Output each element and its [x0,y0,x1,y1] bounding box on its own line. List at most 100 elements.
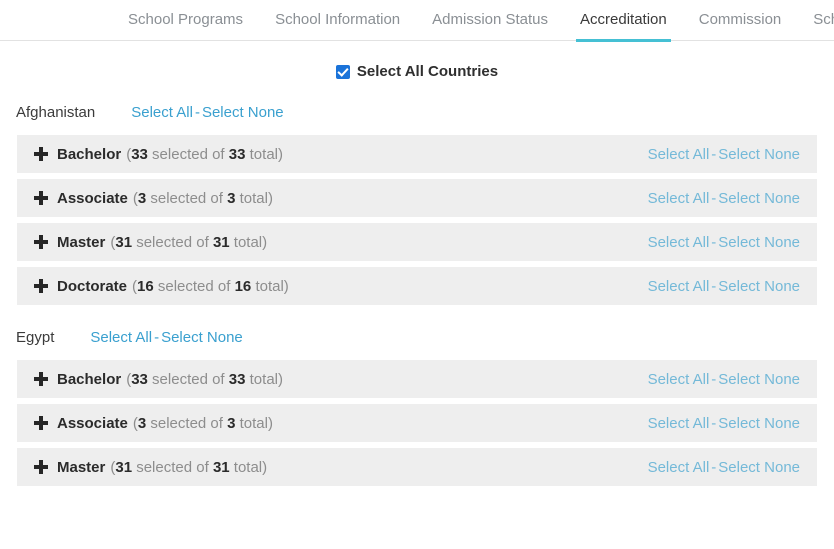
count-selected-of-text: selected of [147,145,229,163]
program-row[interactable]: Bachelor (33 selected of 33 total) Select … [17,360,817,398]
tab-school-information[interactable]: School Information [259,0,416,41]
country-name: Afghanistan [16,104,96,121]
tab-accreditation[interactable]: Accreditation [564,0,683,42]
country-select-all-link[interactable]: Select All [131,104,193,121]
expand-plus-icon[interactable] [34,147,48,161]
program-select-all-link[interactable]: Select All [648,190,710,207]
tab-school-programs[interactable]: School Programs [112,0,259,41]
select-all-countries-control[interactable]: Select All Countries [0,63,834,80]
program-select-none-link[interactable]: Select None [718,371,800,388]
program-count: (33 selected of 33 total) [126,146,283,163]
country-select-all-link[interactable]: Select All [90,329,152,346]
program-count: (16 selected of 16 total) [132,278,289,295]
count-total-text: total) [235,414,273,432]
expand-plus-icon[interactable] [34,416,48,430]
program-row-left: Master (31 selected of 31 total) [34,459,267,476]
country-header: Egypt Select All - Select None [16,329,834,346]
expand-plus-icon[interactable] [34,460,48,474]
count-selected-of-text: selected of [146,189,228,207]
link-separator: - [711,189,717,207]
program-select-links: Select All - Select None [648,371,800,388]
link-separator: - [711,414,717,432]
count-selected: 33 [131,370,148,388]
program-select-none-link[interactable]: Select None [718,146,800,163]
program-select-none-link[interactable]: Select None [718,190,800,207]
program-name: Master [57,233,106,251]
link-separator: - [711,370,717,388]
count-selected: 16 [137,277,154,295]
count-selected: 3 [137,414,147,432]
tab-commission[interactable]: Commission [683,0,798,41]
program-row[interactable]: Associate (3 selected of 3 total) Select A… [17,179,817,217]
program-select-all-link[interactable]: Select All [648,415,710,432]
country-select-none-link[interactable]: Select None [161,329,243,346]
program-count: (33 selected of 33 total) [126,371,283,388]
count-total: 16 [234,277,252,295]
count-total: 31 [212,458,230,476]
program-select-links: Select All - Select None [648,146,800,163]
program-count: (3 selected of 3 total) [133,190,273,207]
program-select-all-link[interactable]: Select All [648,459,710,476]
country-header: Afghanistan Select All - Select None [16,104,834,121]
program-select-none-link[interactable]: Select None [718,415,800,432]
program-count: (31 selected of 31 total) [110,459,267,476]
program-count: (3 selected of 3 total) [133,415,273,432]
program-row-left: Bachelor (33 selected of 33 total) [34,146,283,163]
program-rows: Bachelor (33 selected of 33 total) Select … [0,135,834,305]
count-selected-of-text: selected of [147,370,229,388]
program-select-none-link[interactable]: Select None [718,234,800,251]
program-select-none-link[interactable]: Select None [718,278,800,295]
program-row-left: Associate (3 selected of 3 total) [34,415,273,432]
count-total-text: total) [245,145,283,163]
expand-plus-icon[interactable] [34,235,48,249]
count-selected-of-text: selected of [146,414,228,432]
link-separator: - [194,104,200,121]
countries-list: Afghanistan Select All - Select None Bachelo… [0,104,834,486]
program-row[interactable]: Associate (3 selected of 3 total) Select A… [17,404,817,442]
count-total: 33 [228,145,246,163]
expand-plus-icon[interactable] [34,279,48,293]
program-select-all-link[interactable]: Select All [648,371,710,388]
country-name: Egypt [16,329,55,346]
program-select-links: Select All - Select None [648,415,800,432]
expand-plus-icon[interactable] [34,372,48,386]
program-select-links: Select All - Select None [648,190,800,207]
select-all-countries-checkbox[interactable] [335,64,350,79]
count-selected: 3 [137,189,147,207]
count-selected: 33 [131,145,148,163]
program-select-all-link[interactable]: Select All [648,234,710,251]
country-select-none-link[interactable]: Select None [202,104,284,121]
count-total-text: total) [229,233,268,251]
program-row[interactable]: Master (31 selected of 31 total) Select Al… [17,223,817,261]
program-name: Associate [57,414,128,432]
program-select-all-link[interactable]: Select All [648,278,710,295]
count-total: 31 [212,233,230,251]
tab-admission-status[interactable]: Admission Status [416,0,564,41]
count-selected: 31 [115,233,133,251]
count-selected-of-text: selected of [132,233,213,251]
program-row-left: Associate (3 selected of 3 total) [34,190,273,207]
program-select-all-link[interactable]: Select All [648,146,710,163]
program-row-left: Bachelor (33 selected of 33 total) [34,371,283,388]
program-row[interactable]: Master (31 selected of 31 total) Select Al… [17,448,817,486]
program-select-none-link[interactable]: Select None [718,459,800,476]
tab-bar: School Programs School Information Admissi… [0,0,834,42]
link-separator: - [711,277,717,295]
program-row-left: Doctorate (16 selected of 16 total) [34,278,289,295]
country-select-links: Select All - Select None [90,329,242,346]
program-rows: Bachelor (33 selected of 33 total) Select … [0,360,834,486]
select-all-countries-label[interactable]: Select All Countries [357,63,498,80]
program-select-links: Select All - Select None [648,459,800,476]
program-row[interactable]: Bachelor (33 selected of 33 total) Select … [17,135,817,173]
program-row[interactable]: Doctorate (16 selected of 16 total) Select… [17,267,817,305]
link-separator: - [711,458,717,476]
count-selected-of-text: selected of [132,458,213,476]
tab-scholarship[interactable]: Scholarship [797,0,834,41]
program-select-links: Select All - Select None [648,234,800,251]
count-total: 33 [228,370,246,388]
expand-plus-icon[interactable] [34,191,48,205]
count-total-text: total) [229,458,268,476]
program-name: Associate [57,189,128,207]
program-row-left: Master (31 selected of 31 total) [34,234,267,251]
link-separator: - [154,329,160,346]
